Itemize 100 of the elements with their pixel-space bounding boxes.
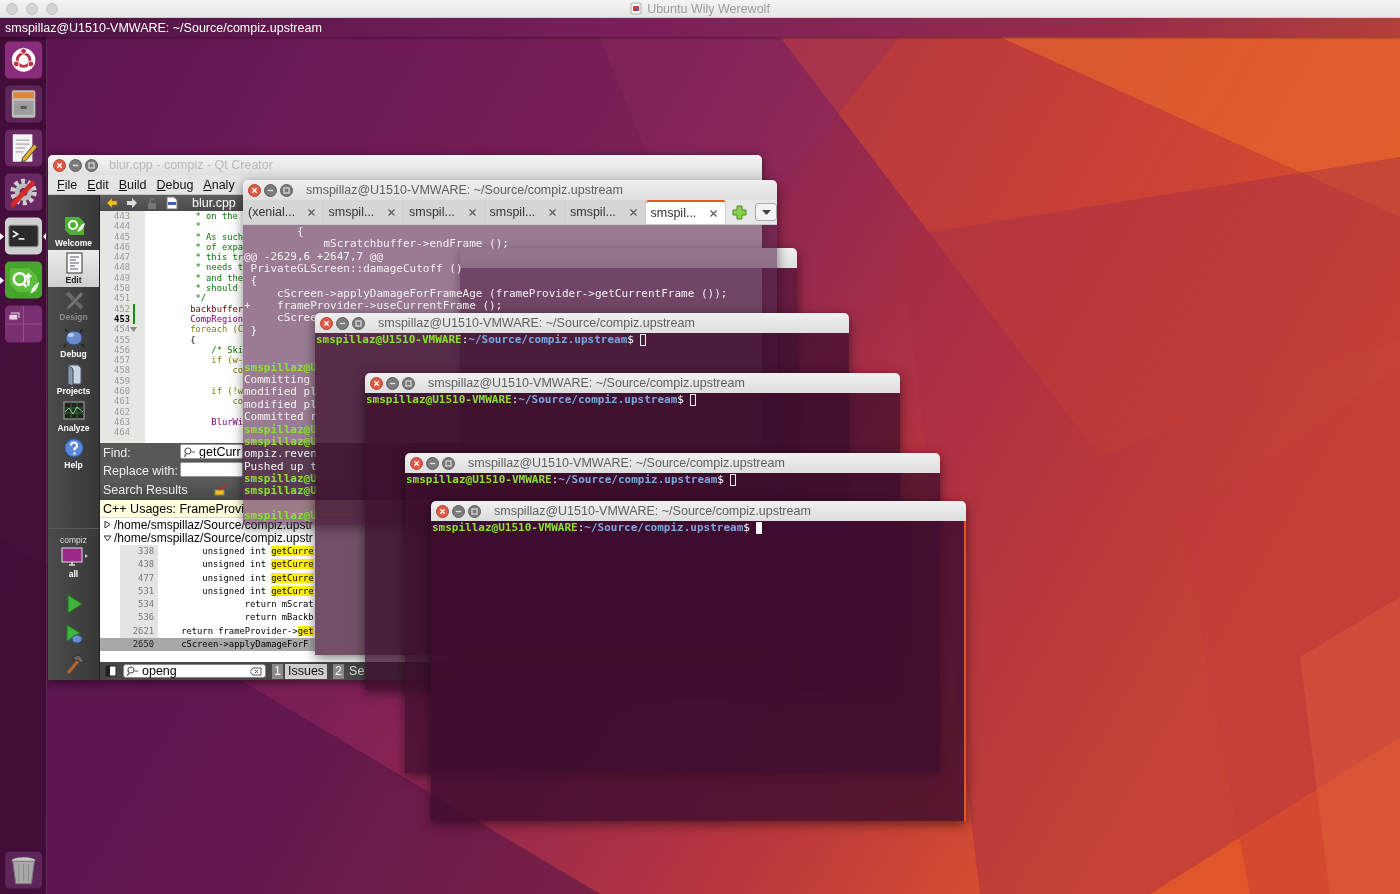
mode-tab[interactable]: Welcome (48, 213, 99, 250)
window-title: smspillaz@U1510-VMWARE: ~/Source/compiz.upstream (306, 183, 623, 197)
line-number: 463 (113, 416, 130, 428)
gear-wrench-icon[interactable] (3, 172, 44, 212)
window-title: smspillaz@U1510-VMWARE: ~/Source/compiz.upstream (378, 316, 695, 330)
output-line: @@ -2629,6 +2647,7 @@ (244, 250, 384, 264)
menu-item[interactable]: File (52, 177, 83, 192)
line-number: 454 (113, 324, 130, 335)
maximize-button[interactable] (468, 504, 481, 518)
minimize-button[interactable] (69, 158, 82, 172)
minimize-button[interactable] (386, 376, 399, 390)
close-button[interactable] (53, 158, 66, 172)
line-number: 462 (113, 406, 130, 417)
minimize-button[interactable] (336, 316, 349, 330)
close-icon[interactable] (468, 208, 476, 216)
output-line: } (249, 324, 258, 338)
close-button[interactable] (320, 316, 333, 330)
close-icon[interactable] (549, 208, 556, 216)
output-line: cScreen->applyDamageForFrameAge (frameProvider->getCurrentFrame ()); (276, 287, 728, 301)
result-row[interactable]: 2650 cScreen->applyDamageForF (100, 638, 315, 652)
circle-of-friends-icon[interactable] (3, 40, 44, 80)
line-number: 444 (113, 221, 130, 232)
replace-field[interactable] (180, 462, 243, 477)
menu-item[interactable]: Build (113, 177, 152, 192)
code-line: */ (194, 293, 207, 304)
sidebar-toggle-icon[interactable] (105, 665, 117, 677)
code-line: * on the (194, 211, 238, 222)
leaf-logo-icon[interactable] (4, 260, 44, 300)
monitor-icon[interactable] (59, 547, 88, 567)
line-number: 459 (113, 375, 130, 387)
close-icon[interactable] (629, 208, 637, 216)
terminal-tab[interactable]: smspil... (645, 200, 726, 224)
terminal-tab[interactable]: smspil... (323, 200, 404, 224)
minimize-button[interactable] (264, 183, 277, 197)
output-line: { (249, 275, 258, 288)
project-label: compiz (60, 535, 87, 545)
text-editor-icon[interactable] (3, 128, 44, 168)
output-line: PrivateGLScreen::damageCutoff () (249, 263, 463, 276)
prompt-text: smspillaz@U1510-VMWARE:~/Source/compiz.upstream$ (316, 334, 634, 347)
result-code: unsigned int getCurre (201, 571, 315, 585)
terminal-tab[interactable]: (xenial... (243, 200, 324, 224)
result-code: cScreen->applyDamageForF (180, 638, 310, 652)
minimize-button[interactable] (426, 456, 439, 470)
mode-tab[interactable]: Edit (48, 250, 99, 287)
output-line: Pushed up t (244, 460, 317, 473)
code-line: if (!w (210, 386, 244, 397)
expand-arrow-icon[interactable] (104, 521, 111, 529)
code-line: backbuffer (189, 303, 244, 314)
forward-arrow-icon[interactable] (126, 197, 138, 209)
line-number: 450 (113, 283, 130, 294)
close-button[interactable] (410, 456, 423, 470)
caret-icon (761, 209, 771, 215)
menu-item[interactable]: Debug (151, 177, 199, 192)
close-button[interactable] (436, 504, 449, 518)
prompt-text: smspillaz@U (244, 485, 317, 498)
workspace-grid-icon[interactable] (3, 304, 44, 344)
terminal-tab[interactable]: smspil... (565, 200, 646, 224)
result-code: unsigned int getCurre (201, 558, 315, 572)
line-number: 445 (113, 231, 130, 242)
close-button[interactable] (248, 183, 261, 197)
mode-tab[interactable]: Projects (48, 361, 99, 398)
close-icon[interactable] (307, 208, 315, 216)
line-number: 448 (113, 262, 130, 273)
minimize-button[interactable] (452, 504, 465, 518)
fold-arrow-icon[interactable] (130, 326, 137, 332)
close-button[interactable] (370, 376, 383, 390)
brush-icon[interactable] (213, 484, 228, 496)
maximize-button[interactable] (442, 456, 455, 470)
collapse-arrow-icon[interactable] (104, 534, 111, 542)
tab-menu-button[interactable] (755, 203, 777, 221)
mode-tab[interactable]: Debug (48, 324, 99, 361)
maximize-button[interactable] (280, 183, 293, 197)
close-icon[interactable] (388, 208, 395, 216)
file-cabinet-icon[interactable] (3, 84, 44, 124)
terminal-tab[interactable]: smspil... (484, 200, 565, 224)
clear-icon[interactable] (250, 666, 262, 676)
file-name[interactable]: blur.cpp (192, 196, 236, 210)
panel-title: Search Results (103, 483, 188, 497)
add-tab-icon[interactable] (732, 204, 747, 220)
line-number: 461 (113, 396, 130, 407)
line-number: 438 (120, 558, 158, 572)
mode-tab[interactable]: Help (48, 435, 99, 472)
terminal-icon[interactable] (4, 216, 43, 256)
output-line: Committing (244, 374, 311, 387)
terminal-tab[interactable]: smspil... (404, 200, 485, 224)
filter-field[interactable]: openg (123, 664, 266, 678)
file-path[interactable]: /home/smspillaz/Source/compiz.upstr (114, 531, 313, 546)
find-field[interactable]: getCurr (180, 444, 243, 459)
build-label: all (68, 569, 79, 579)
mode-tab[interactable]: Analyze (48, 398, 99, 435)
menu-item[interactable]: Edit (82, 177, 114, 192)
code-line: foreach (C (189, 324, 244, 335)
maximize-button[interactable] (402, 376, 415, 390)
maximize-button[interactable] (85, 158, 98, 172)
back-arrow-icon[interactable] (106, 197, 118, 209)
menu-item[interactable]: Analy (198, 177, 240, 192)
maximize-button[interactable] (352, 316, 365, 330)
close-icon[interactable] (710, 209, 717, 217)
find-label: Find: (103, 444, 132, 461)
trash-icon[interactable] (3, 850, 44, 890)
